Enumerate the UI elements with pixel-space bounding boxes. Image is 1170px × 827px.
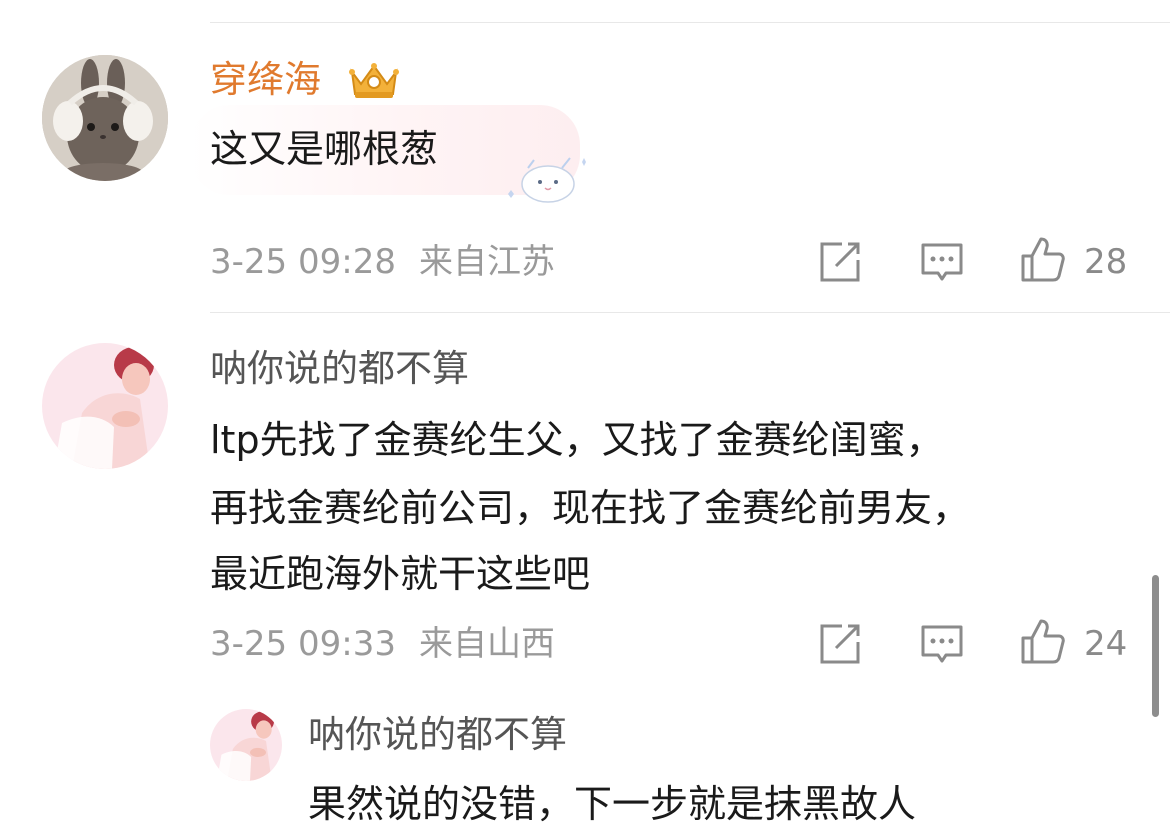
share-edit-icon [818,622,862,670]
reply-avatar-girl[interactable] [210,709,282,781]
comment-time: 3-25 09:33 [210,624,396,664]
scrollbar[interactable] [1152,575,1159,717]
girl-avatar-image [42,343,168,469]
thumbs-up-icon [1020,236,1066,288]
top-divider [210,22,1170,23]
like-button[interactable]: 28 [1020,237,1127,287]
username[interactable]: 穿绛海 [210,58,321,102]
share-button[interactable] [818,621,862,671]
like-button[interactable]: 24 [1020,619,1127,669]
like-count: 24 [1084,624,1128,664]
comment-text-line-3: 最近跑海外就干这些吧 [210,552,591,596]
comment-bubble-icon [920,622,964,670]
share-edit-icon [818,240,862,288]
crown-badge-icon [346,58,402,102]
comment-time: 3-25 09:28 [210,242,396,282]
girl-avatar-image [210,709,282,781]
comment-button[interactable] [920,239,964,289]
comment-feed: 穿绛海 这又是哪根葱 3-25 09:28 来自江苏 28 呐你说的都不算 lt… [0,0,1170,827]
comment-text: 这又是哪根葱 [210,127,439,171]
like-count: 28 [1084,242,1128,282]
comment-button[interactable] [920,621,964,671]
avatar-girl[interactable] [42,343,168,469]
avatar-bunny[interactable] [42,55,168,181]
share-button[interactable] [818,239,862,289]
reply-text: 果然说的没错，下一步就是抹黑故人 [308,782,917,826]
comment-bubble-icon [920,240,964,288]
comment-text-line-1: ltp先找了金赛纶生父，又找了金赛纶闺蜜， [210,418,944,462]
comment-text-line-2: 再找金赛纶前公司，现在找了金赛纶前男友， [210,486,971,530]
cute-sticker-icon [500,150,590,205]
thumbs-up-icon [1020,618,1066,670]
reply-username[interactable]: 呐你说的都不算 [308,713,567,757]
username[interactable]: 呐你说的都不算 [210,347,469,391]
comment-location: 来自江苏 [419,242,555,282]
comment-location: 来自山西 [419,624,555,664]
comment-divider [210,312,1170,313]
bunny-avatar-image [42,55,168,181]
